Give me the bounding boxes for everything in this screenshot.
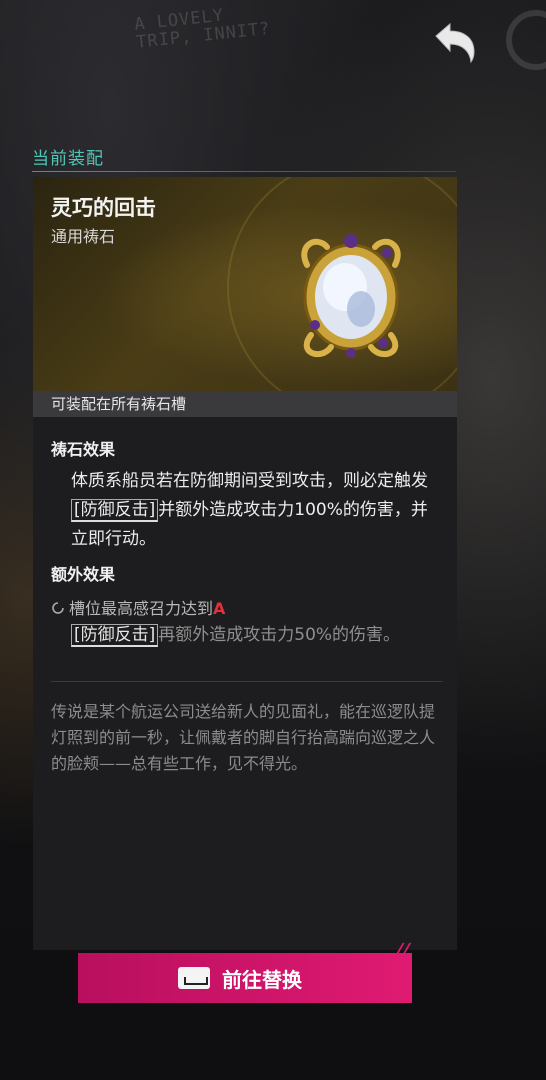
goto-replace-button[interactable]: 前往替换 xyxy=(78,953,412,1003)
screen: A LOVELY TRIP, INNIT? 当前装配 灵巧的回击 通用祷石 可装… xyxy=(0,0,546,1080)
goto-replace-label: 前往替换 xyxy=(222,968,302,992)
effect-text-prefix: 体质系船员若在防御期间受到攻击，则必定触发 xyxy=(71,471,428,491)
extra-effect-condition: 槽位最高感召力达到A xyxy=(51,595,225,619)
space-key-icon xyxy=(178,967,210,989)
extra-effect-text: 再额外造成攻击力50%的伤害。 xyxy=(158,625,401,645)
lore-divider xyxy=(51,681,443,682)
item-name: 灵巧的回击 xyxy=(51,196,156,220)
defense-counter-keyword-2[interactable]: [防御反击] xyxy=(71,624,159,647)
extra-condition-text: 槽位最高感召力达到 xyxy=(69,599,214,618)
effect-heading: 祷石效果 xyxy=(51,440,116,459)
extra-effect-heading: 额外效果 xyxy=(51,565,116,584)
effect-description: 体质系船员若在防御期间受到攻击，则必定触发[防御反击] 并额外造成攻击力100%的… xyxy=(71,467,443,554)
defense-counter-keyword[interactable]: [防御反击] xyxy=(71,499,159,522)
back-arrow-icon xyxy=(435,22,475,64)
lore-text: 传说是某个航运公司送给新人的见面礼，能在巡逻队提灯照到的前一秒，让佩戴者的脚自行… xyxy=(51,702,436,773)
background-decoration xyxy=(506,10,546,70)
bottom-bar xyxy=(0,1003,546,1080)
section-divider xyxy=(32,171,456,172)
equip-slot-hint: 可装配在所有祷石槽 xyxy=(33,391,457,417)
item-banner: 灵巧的回击 通用祷石 xyxy=(33,177,457,391)
item-type: 通用祷石 xyxy=(51,227,116,246)
back-button[interactable] xyxy=(430,22,480,66)
item-card: 灵巧的回击 通用祷石 可装配在所有祷石槽 祷石效果 体质系船员若在防御期间受到攻… xyxy=(33,177,457,950)
background-graffiti: A LOVELY TRIP, INNIT? xyxy=(133,5,272,53)
progress-ring-icon xyxy=(52,602,64,614)
charm-image xyxy=(301,234,401,358)
extra-effect-description: [防御反击] 再额外造成攻击力50%的伤害。 xyxy=(71,621,443,650)
grade-badge: A xyxy=(213,599,226,618)
section-title: 当前装配 xyxy=(32,149,104,169)
